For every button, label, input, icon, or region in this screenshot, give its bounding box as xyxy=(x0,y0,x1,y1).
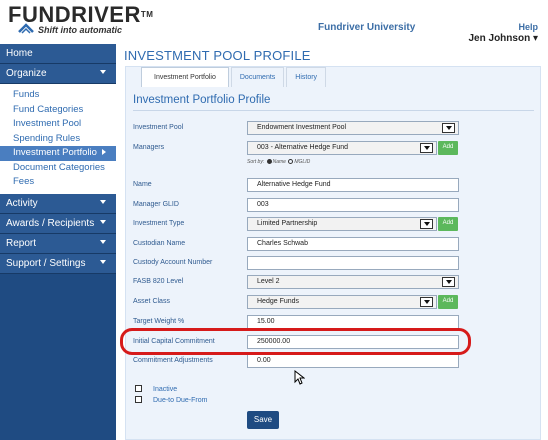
sort-by-options: Sort by: Name MGLID xyxy=(247,159,310,165)
save-button[interactable]: Save xyxy=(247,411,279,429)
tab-history[interactable]: History xyxy=(286,67,327,87)
asset-class-label: Asset Class xyxy=(133,298,170,305)
dropdown-arrow-icon xyxy=(420,297,433,307)
nav-support-label: Support / Settings xyxy=(6,257,86,269)
sort-by-label: Sort by: xyxy=(247,159,265,165)
custody-account-input[interactable] xyxy=(247,256,459,270)
main-content: INVESTMENT POOL PROFILE Investment Portf… xyxy=(116,44,548,440)
sort-mglid-label: MGLID xyxy=(294,159,311,165)
fasb-level-label: FASB 820 Level xyxy=(133,278,184,285)
custody-account-label: Custody Account Number xyxy=(133,259,213,266)
investment-pool-value: Endowment Investment Pool xyxy=(257,124,347,131)
tab-documents[interactable]: Documents xyxy=(230,67,285,87)
user-name: Jen Johnson xyxy=(468,33,531,44)
managers-label: Managers xyxy=(133,144,165,151)
asset-class-value: Hedge Funds xyxy=(257,298,300,305)
tab-bar: Investment Portfolio Documents History xyxy=(141,67,328,87)
add-manager-button[interactable]: Add xyxy=(438,141,458,155)
tab-investment-portfolio[interactable]: Investment Portfolio xyxy=(141,67,229,87)
fundriver-university-link[interactable]: Fundriver University xyxy=(318,22,415,33)
commitment-adjustments-input[interactable]: 0.00 xyxy=(247,354,459,368)
inactive-label: Inactive xyxy=(153,386,178,393)
due-to-checkbox[interactable] xyxy=(135,396,142,403)
due-to-label: Due-to Due-From xyxy=(153,397,208,404)
target-weight-input[interactable]: 15.00 xyxy=(247,315,459,329)
caret-down-icon xyxy=(100,199,106,204)
inactive-checkbox[interactable] xyxy=(135,385,142,392)
managers-value: 003 - Alternative Hedge Fund xyxy=(257,144,349,151)
custodian-name-label: Custodian Name xyxy=(133,240,186,247)
inactive-checkbox-row[interactable]: Inactive xyxy=(135,385,177,393)
name-label: Name xyxy=(133,181,152,188)
sidebar-item-fees[interactable]: Fees xyxy=(0,175,116,190)
sort-name-radio[interactable] xyxy=(266,159,272,164)
nav-report-label: Report xyxy=(6,237,37,249)
caret-down-icon xyxy=(100,259,106,264)
sidebar-item-funds[interactable]: Funds xyxy=(0,88,116,103)
sidebar-item-investment-pool[interactable]: Investment Pool xyxy=(0,117,116,132)
due-to-checkbox-row[interactable]: Due-to Due-From xyxy=(135,396,207,404)
sidebar-item-document-categories[interactable]: Document Categories xyxy=(0,161,116,176)
section-divider xyxy=(133,110,534,111)
user-menu[interactable]: Jen Johnson ▾ xyxy=(469,33,539,44)
dropdown-arrow-icon xyxy=(442,123,455,133)
help-link[interactable]: Help xyxy=(518,22,538,32)
manager-glid-label: Manager GLID xyxy=(133,201,179,208)
nav-home-label: Home xyxy=(6,48,33,59)
mouse-cursor-icon xyxy=(294,370,305,385)
dropdown-arrow-icon xyxy=(420,219,433,229)
nav-support-settings[interactable]: Support / Settings xyxy=(0,253,116,274)
fasb-level-select[interactable]: Level 2 xyxy=(247,275,459,289)
caret-down-icon xyxy=(100,219,106,224)
investment-type-select[interactable]: Limited Partnership xyxy=(247,217,437,231)
header: FUNDRIVERTM Shift into automatic Fundriv… xyxy=(0,0,548,44)
caret-down-icon xyxy=(100,70,106,74)
nav-organize[interactable]: Organize xyxy=(0,64,116,84)
sidebar-item-fund-categories[interactable]: Fund Categories xyxy=(0,103,116,118)
dropdown-arrow-icon xyxy=(442,277,455,287)
investment-pool-label: Investment Pool xyxy=(133,124,184,131)
sidebar: Home Organize Funds Fund Categories Inve… xyxy=(0,44,116,440)
caret-down-icon: ▾ xyxy=(532,33,538,44)
nav-activity-label: Activity xyxy=(6,197,38,209)
manager-glid-input[interactable]: 003 xyxy=(247,198,459,212)
add-investment-type-button[interactable]: Add xyxy=(438,217,458,231)
logo-tagline: Shift into automatic xyxy=(38,25,122,35)
chevron-right-icon xyxy=(102,149,106,155)
name-input[interactable]: Alternative Hedge Fund xyxy=(247,178,459,192)
commitment-adjustments-label: Commitment Adjustments xyxy=(133,357,213,364)
add-asset-class-button[interactable]: Add xyxy=(438,295,458,309)
fundriver-logo[interactable]: FUNDRIVERTM Shift into automatic xyxy=(8,4,153,36)
investment-type-label: Investment Type xyxy=(133,220,185,227)
chevron-up-logo-icon xyxy=(18,23,34,34)
dropdown-arrow-icon xyxy=(420,143,433,153)
sidebar-item-label: Investment Portfolio xyxy=(13,147,97,158)
organize-submenu: Funds Fund Categories Investment Pool Sp… xyxy=(0,84,116,194)
page-title: INVESTMENT POOL PROFILE xyxy=(124,48,311,63)
nav-activity[interactable]: Activity xyxy=(0,193,116,214)
custodian-name-input[interactable]: Charles Schwab xyxy=(247,237,459,251)
fasb-level-value: Level 2 xyxy=(257,278,280,285)
nav-organize-label: Organize xyxy=(6,68,47,79)
nav-awards-recipients[interactable]: Awards / Recipients xyxy=(0,213,116,234)
nav-report[interactable]: Report xyxy=(0,233,116,254)
sort-mglid-radio[interactable] xyxy=(288,159,294,164)
target-weight-label: Target Weight % xyxy=(133,318,185,325)
asset-class-select[interactable]: Hedge Funds xyxy=(247,295,437,309)
sidebar-item-investment-portfolio[interactable]: Investment Portfolio xyxy=(0,146,116,161)
nav-home[interactable]: Home xyxy=(0,44,116,64)
caret-down-icon xyxy=(100,239,106,244)
sidebar-item-spending-rules[interactable]: Spending Rules xyxy=(0,132,116,147)
nav-awards-label: Awards / Recipients xyxy=(6,217,95,229)
investment-type-value: Limited Partnership xyxy=(257,220,318,227)
investment-pool-select[interactable]: Endowment Investment Pool xyxy=(247,121,459,135)
highlight-annotation xyxy=(120,328,471,355)
managers-select[interactable]: 003 - Alternative Hedge Fund xyxy=(247,141,437,155)
sort-name-label: Name xyxy=(272,159,286,165)
section-title: Investment Portfolio Profile xyxy=(133,94,271,106)
